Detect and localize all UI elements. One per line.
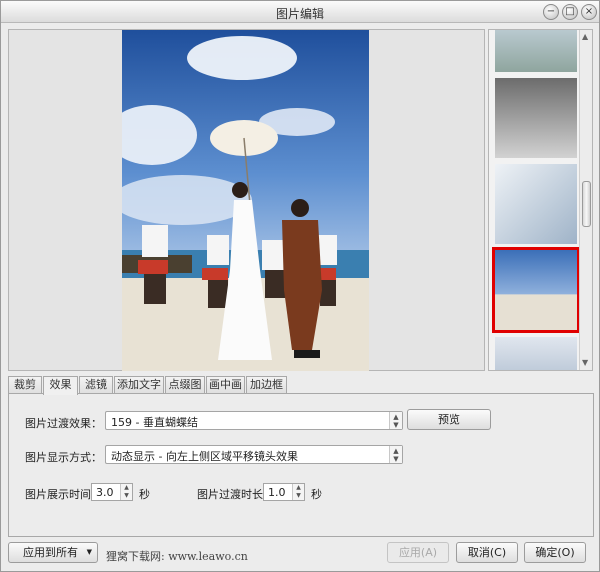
thumbnail-5[interactable]: [495, 337, 577, 370]
cancel-button[interactable]: 取消(C): [456, 542, 518, 563]
apply-button[interactable]: 应用(A): [387, 542, 449, 563]
scroll-up-icon[interactable]: ▲: [582, 32, 588, 41]
close-icon[interactable]: ×: [581, 4, 597, 20]
spin-arrows-icon[interactable]: ▲ ▼: [292, 484, 304, 500]
show-time-input[interactable]: 3.0 ▲ ▼: [91, 483, 133, 501]
ok-button[interactable]: 确定(O): [524, 542, 586, 563]
tab-add-border[interactable]: 加边框: [246, 376, 287, 394]
window-title: 图片编辑: [275, 7, 324, 21]
transition-effect-label: 图片过渡效果：: [25, 417, 102, 430]
thumbnail-2[interactable]: [495, 78, 577, 158]
thumbnail-scrollbar[interactable]: ▲ ▼: [579, 30, 592, 370]
watermark-text: 狸窝下载网: www.leawo.cn: [106, 550, 248, 563]
tab-filter[interactable]: 滤镜: [79, 376, 113, 394]
tab-effects[interactable]: 效果: [43, 376, 78, 395]
transition-time-input[interactable]: 1.0 ▲ ▼: [263, 483, 305, 501]
display-mode-select[interactable]: 动态显示 - 向左上侧区域平移镜头效果 ▲ ▼: [105, 445, 403, 464]
thumbnail-3[interactable]: [495, 164, 577, 244]
image-preview-area: [8, 29, 485, 371]
minimize-icon[interactable]: −: [543, 4, 559, 20]
scroll-down-icon[interactable]: ▼: [582, 358, 588, 367]
preview-photo: [122, 30, 369, 371]
transition-effect-value: 159 - 垂直蝴蝶结: [111, 416, 198, 429]
spin-arrows-icon[interactable]: ▲ ▼: [120, 484, 132, 500]
effects-panel: 图片过渡效果： 159 - 垂直蝴蝶结 ▲ ▼ 预览 图片显示方式： 动态显示 -…: [8, 393, 594, 537]
apply-to-all-button[interactable]: 应用到所有 ▼: [8, 542, 98, 563]
transition-time-unit: 秒: [311, 488, 322, 501]
transition-effect-select[interactable]: 159 - 垂直蝴蝶结 ▲ ▼: [105, 411, 403, 430]
display-mode-value: 动态显示 - 向左上侧区域平移镜头效果: [111, 450, 298, 463]
spin-arrows-icon[interactable]: ▲ ▼: [389, 412, 402, 429]
transition-time-label: 图片过渡时长:: [197, 488, 267, 501]
tab-decoration[interactable]: 点缀图: [165, 376, 205, 394]
preview-button[interactable]: 预览: [407, 409, 491, 430]
tab-picture-in-picture[interactable]: 画中画: [206, 376, 245, 394]
dropdown-arrow-icon[interactable]: ▼: [87, 543, 92, 562]
show-time-value: 3.0: [96, 486, 114, 499]
thumbnail-1[interactable]: [495, 30, 577, 72]
show-time-unit: 秒: [139, 488, 150, 501]
tab-crop[interactable]: 裁剪: [8, 376, 42, 394]
maximize-icon[interactable]: □: [562, 4, 578, 20]
thumbnail-strip: ▲ ▼: [488, 29, 593, 371]
transition-time-value: 1.0: [268, 486, 286, 499]
show-time-label: 图片展示时间:: [25, 488, 95, 501]
display-mode-label: 图片显示方式：: [25, 451, 102, 464]
image-edit-window: 图片编辑 − □ × ▲ ▼ 裁剪 效果 滤镜 添加文字 点缀图 画中画 加边框…: [0, 0, 600, 572]
tab-add-text[interactable]: 添加文字: [114, 376, 164, 394]
apply-to-all-label: 应用到所有: [23, 546, 78, 559]
title-bar: 图片编辑 − □ ×: [1, 1, 599, 23]
thumbnail-4-selected[interactable]: [492, 247, 580, 333]
scrollbar-thumb[interactable]: [582, 181, 591, 227]
spin-arrows-icon[interactable]: ▲ ▼: [389, 446, 402, 463]
